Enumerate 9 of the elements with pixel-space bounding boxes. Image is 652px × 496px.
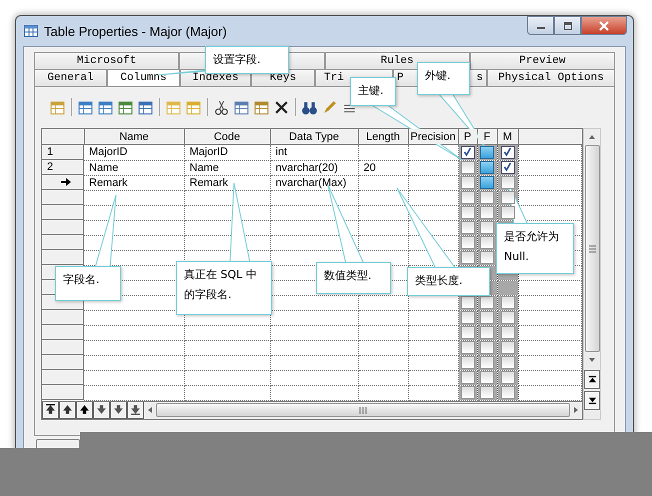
window-title: Table Properties - Major (Major)	[44, 24, 227, 38]
callout-tooltip: 字段名.	[55, 266, 121, 301]
callout-tooltip: 外键.	[417, 62, 470, 95]
callout-tooltip: 主键.	[350, 77, 396, 106]
callout-tooltip: 数值类型.	[316, 262, 391, 294]
callout-tooltip: 是否允许为 Null.	[496, 223, 574, 274]
callout-tooltip: 设置字段.	[205, 46, 289, 74]
callout-tooltip: 类型长度.	[407, 267, 490, 296]
callout-tooltip: 真正在 SQL 中 的字段名.	[176, 261, 272, 315]
